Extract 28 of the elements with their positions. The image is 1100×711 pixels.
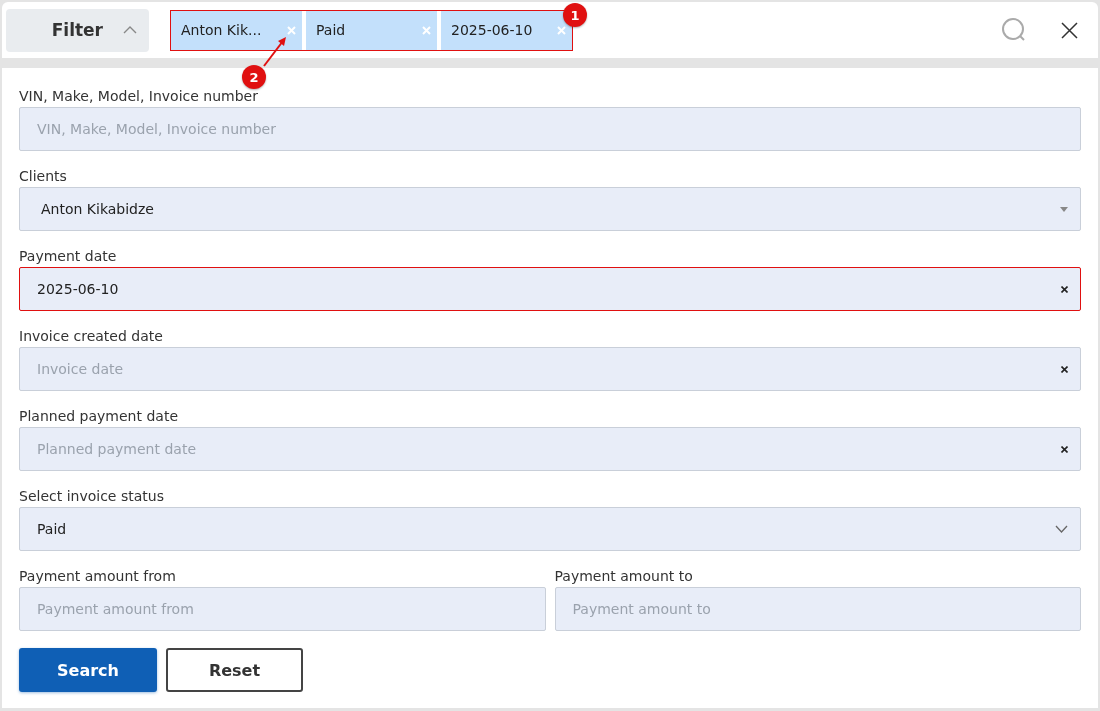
- date-field[interactable]: 2025-06-10: [19, 267, 1081, 311]
- clear-icon[interactable]: [1061, 365, 1068, 373]
- filter-toggle-button[interactable]: Filter: [6, 8, 149, 52]
- field-label: VIN, Make, Model, Invoice number: [19, 87, 259, 105]
- clear-icon[interactable]: [1061, 445, 1068, 453]
- filter-chip[interactable]: Paid: [306, 10, 437, 50]
- reset-button[interactable]: Reset: [166, 648, 303, 692]
- chevron-up-icon: [123, 26, 137, 34]
- field-label: Payment amount from: [19, 567, 177, 585]
- clear-icon[interactable]: [1061, 285, 1068, 293]
- select-field[interactable]: Anton Kikabidze: [19, 187, 1081, 231]
- chip-label: 2025-06-10: [451, 22, 533, 38]
- field-label: Select invoice status: [19, 487, 165, 505]
- field-label: Payment amount to: [554, 567, 694, 585]
- chevron-down-icon: [1055, 525, 1068, 533]
- chip-label: Anton Kik...: [181, 22, 262, 38]
- field-label: Invoice created date: [19, 327, 164, 345]
- select-field[interactable]: Paid: [19, 507, 1081, 551]
- chip-label: Paid: [316, 22, 346, 38]
- annotation-marker: 2: [242, 65, 266, 89]
- filter-chip[interactable]: Anton Kik...: [171, 10, 302, 50]
- filter-chip[interactable]: 2025-06-10: [441, 10, 572, 50]
- field-label: Payment date: [19, 247, 118, 265]
- field-label: Planned payment date: [19, 407, 179, 425]
- search-button[interactable]: Search: [19, 648, 157, 692]
- field-label: Clients: [19, 167, 68, 185]
- caret-down-icon: [1060, 206, 1068, 212]
- close-icon[interactable]: [1061, 21, 1078, 39]
